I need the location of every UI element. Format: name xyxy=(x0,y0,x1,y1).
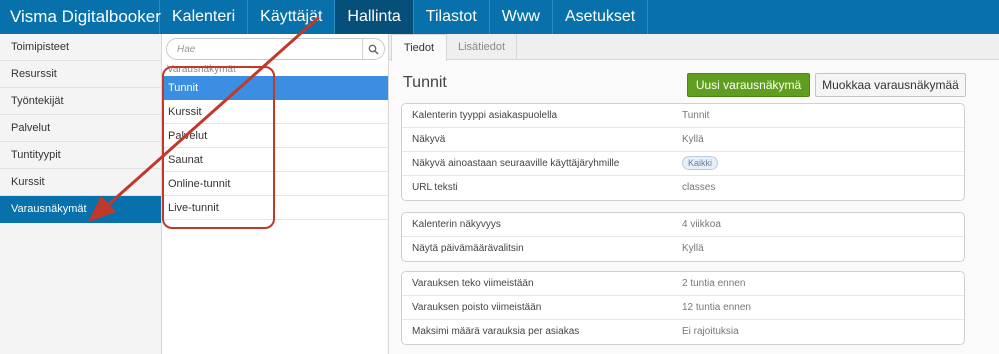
user-group-badge: Kaikki xyxy=(682,156,719,171)
row-label: Näytä päivämäärävalitsin xyxy=(412,243,524,254)
settings-card-booking-rules: Varauksen teko viimeistään 2 tuntia enne… xyxy=(401,271,965,345)
search-input[interactable] xyxy=(177,42,357,57)
row-value: Ei rajoituksia xyxy=(682,326,739,337)
sidebar-item-kurssit[interactable]: Kurssit xyxy=(0,169,161,196)
app-brand[interactable]: Visma Digitalbooker xyxy=(0,0,161,34)
nav-asetukset[interactable]: Asetukset xyxy=(553,0,649,34)
row-label: Näkyvä xyxy=(412,134,446,145)
search-icon xyxy=(368,44,379,55)
list-item-saunat[interactable]: Saunat xyxy=(162,148,388,172)
booking-view-list-panel: Varausnäkymät Tunnit Kurssit Palvelut Sa… xyxy=(162,34,389,354)
detail-panel: Tiedot Lisätiedot Tunnit Uusi varausnäky… xyxy=(389,34,999,354)
list-group-header: Varausnäkymät xyxy=(167,64,236,75)
table-row: Varauksen teko viimeistään 2 tuntia enne… xyxy=(402,272,964,296)
page-title: Tunnit xyxy=(403,74,447,91)
new-booking-view-button[interactable]: Uusi varausnäkymä xyxy=(687,73,810,97)
table-row: Kalenterin näkyvyys 4 viikkoa xyxy=(402,213,964,237)
nav-kayttajat[interactable]: Käyttäjät xyxy=(248,0,336,34)
admin-sidebar: Toimipisteet Resurssit Työntekijät Palve… xyxy=(0,34,162,354)
sidebar-item-resurssit[interactable]: Resurssit xyxy=(0,61,161,88)
row-value: Kyllä xyxy=(682,243,704,254)
row-label: URL teksti xyxy=(412,182,458,193)
row-value: Kaikki xyxy=(682,152,719,176)
table-row: Varauksen poisto viimeistään 12 tuntia e… xyxy=(402,296,964,320)
list-item-live-tunnit[interactable]: Live-tunnit xyxy=(162,196,388,220)
search-box xyxy=(166,38,385,60)
row-label: Kalenterin näkyvyys xyxy=(412,219,501,230)
table-row: Maksimi määrä varauksia per asiakas Ei r… xyxy=(402,320,964,344)
sidebar-item-varausnakymat[interactable]: Varausnäkymät xyxy=(0,196,161,223)
search-button[interactable] xyxy=(362,39,384,59)
row-value: 12 tuntia ennen xyxy=(682,302,751,313)
sidebar-item-tuntityypit[interactable]: Tuntityypit xyxy=(0,142,161,169)
table-row: Kalenterin tyyppi asiakaspuolella Tunnit xyxy=(402,104,964,128)
row-label: Kalenterin tyyppi asiakaspuolella xyxy=(412,110,558,121)
tab-tiedot[interactable]: Tiedot xyxy=(391,34,447,61)
sidebar-item-tyontekijat[interactable]: Työntekijät xyxy=(0,88,161,115)
sidebar-item-toimipisteet[interactable]: Toimipisteet xyxy=(0,34,161,61)
row-label: Varauksen poisto viimeistään xyxy=(412,302,542,313)
row-value: 4 viikkoa xyxy=(682,219,721,230)
settings-card-general: Kalenterin tyyppi asiakaspuolella Tunnit… xyxy=(401,103,965,201)
row-value: classes xyxy=(682,182,716,193)
row-value: Tunnit xyxy=(682,110,710,121)
row-label: Varauksen teko viimeistään xyxy=(412,278,534,289)
settings-card-visibility: Kalenterin näkyvyys 4 viikkoa Näytä päiv… xyxy=(401,212,965,262)
list-item-palvelut[interactable]: Palvelut xyxy=(162,124,388,148)
list-item-online-tunnit[interactable]: Online-tunnit xyxy=(162,172,388,196)
table-row: URL teksti classes xyxy=(402,176,964,200)
table-row: Näytä päivämäärävalitsin Kyllä xyxy=(402,237,964,261)
row-label: Maksimi määrä varauksia per asiakas xyxy=(412,326,580,337)
nav-kalenteri[interactable]: Kalenteri xyxy=(160,0,249,34)
row-value: 2 tuntia ennen xyxy=(682,278,746,289)
list-item-kurssit[interactable]: Kurssit xyxy=(162,100,388,124)
tab-lisatiedot[interactable]: Lisätiedot xyxy=(447,34,517,60)
table-row: Näkyvä Kyllä xyxy=(402,128,964,152)
nav-www[interactable]: Www xyxy=(490,0,553,34)
sidebar-item-palvelut[interactable]: Palvelut xyxy=(0,115,161,142)
nav-tilastot[interactable]: Tilastot xyxy=(414,0,490,34)
list-item-tunnit[interactable]: Tunnit xyxy=(162,76,388,100)
detail-tabs: Tiedot Lisätiedot xyxy=(389,34,999,61)
table-row: Näkyvä ainoastaan seuraaville käyttäjäry… xyxy=(402,152,964,176)
top-navigation-bar: Visma Digitalbooker Kalenteri Käyttäjät … xyxy=(0,0,999,34)
edit-booking-view-button[interactable]: Muokkaa varausnäkymää xyxy=(815,73,966,97)
booking-view-list: Tunnit Kurssit Palvelut Saunat Online-tu… xyxy=(162,76,388,220)
nav-hallinta[interactable]: Hallinta xyxy=(335,0,414,34)
row-label: Näkyvä ainoastaan seuraaville käyttäjäry… xyxy=(412,158,620,169)
row-value: Kyllä xyxy=(682,134,704,145)
